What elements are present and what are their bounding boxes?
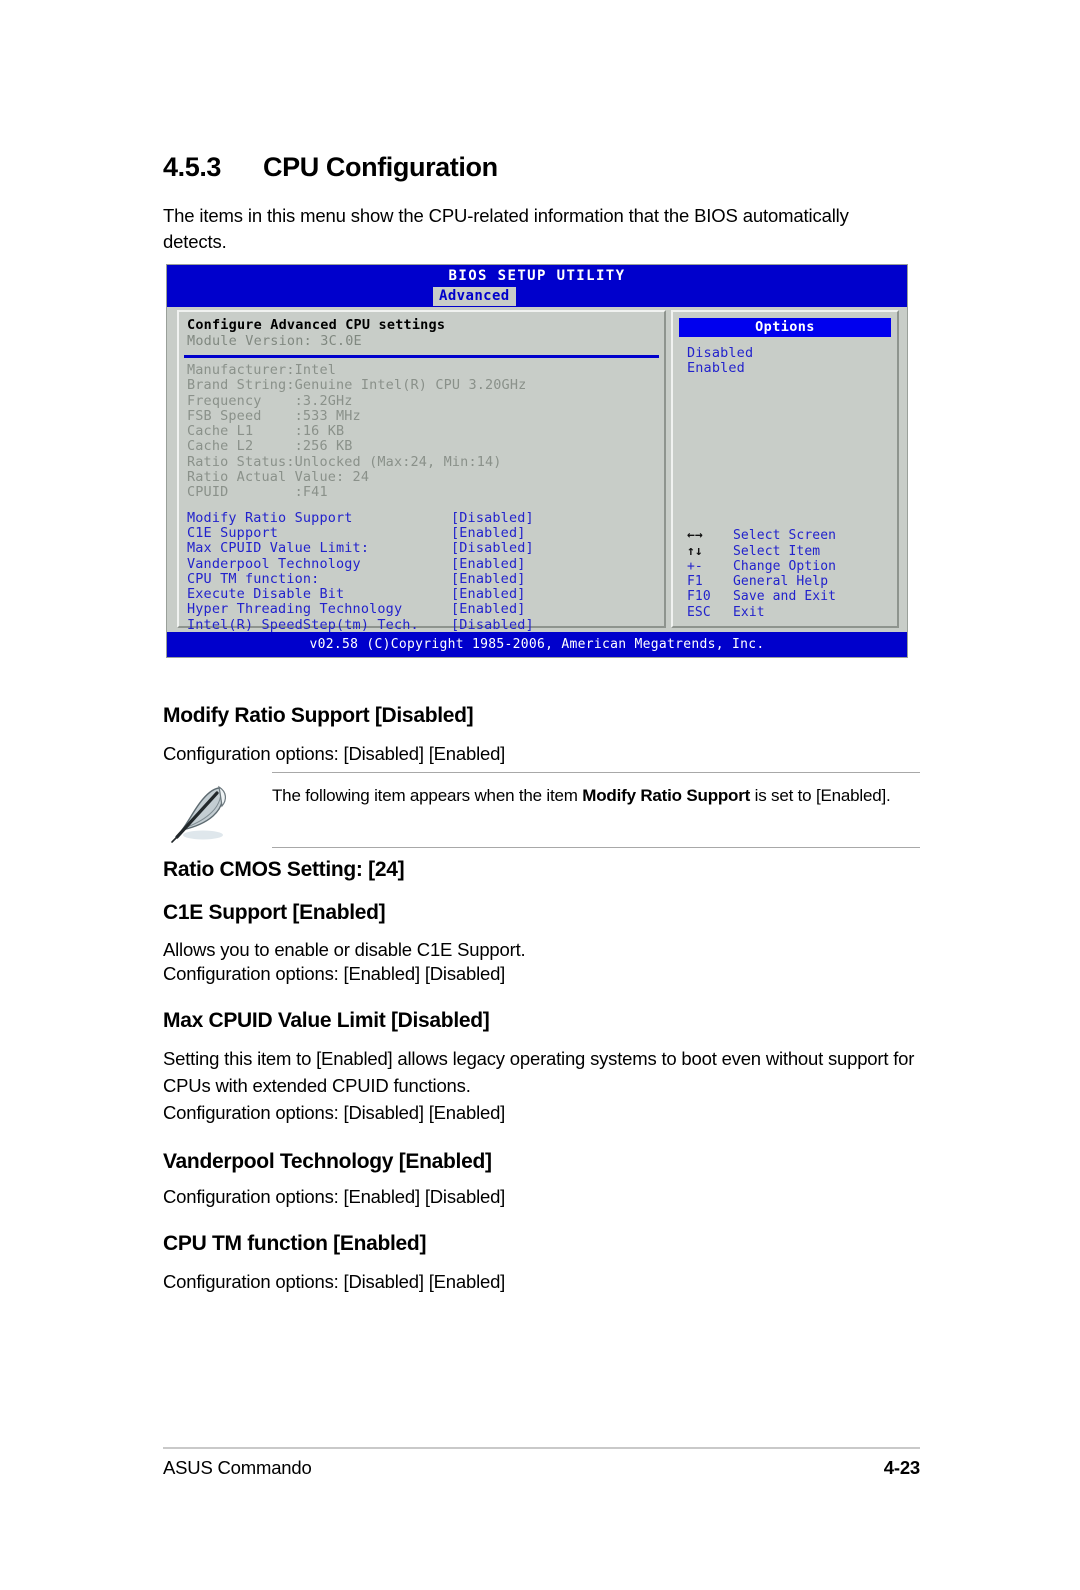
heading-ratio-cmos-setting: Ratio CMOS Setting: [24]: [163, 858, 405, 881]
cpu-info-row: Cache L1 :16 KB: [187, 423, 345, 440]
heading-vanderpool-technology: Vanderpool Technology [Enabled]: [163, 1150, 492, 1173]
plus-minus-key-icon: +-: [687, 558, 703, 574]
cpu-info-row: Ratio Actual Value: 24: [187, 469, 370, 486]
bios-body: Configure Advanced CPU settings Module V…: [173, 310, 901, 633]
key-legend-desc: General Help: [733, 574, 829, 590]
bios-setting-value: [Disabled]: [451, 540, 534, 557]
key-legend-row: F1 General Help: [687, 574, 892, 589]
key-legend-row: ↑↓ Select Item: [687, 544, 892, 559]
bios-module-version: Module Version: 3C.0E: [187, 333, 362, 349]
bios-tab-advanced[interactable]: Advanced: [433, 287, 516, 306]
key-legend-row: ESC Exit: [687, 605, 892, 620]
cpu-info-row: Cache L2 :256 KB: [187, 438, 353, 455]
note-text-after: is set to [Enabled].: [750, 786, 891, 805]
cpu-info-row: Manufacturer:Intel: [187, 362, 336, 378]
bios-setting-value: [Enabled]: [451, 601, 526, 618]
bios-divider: [179, 349, 664, 358]
key-legend-desc: Change Option: [733, 558, 837, 574]
esc-key-icon: ESC: [687, 604, 711, 620]
arrow-left-right-icon: ←→: [687, 528, 703, 544]
bios-setting-label: C1E Support: [187, 524, 279, 541]
heading-max-cpuid-value-limit: Max CPUID Value Limit [Disabled]: [163, 1009, 490, 1032]
bios-setup-screenshot: BIOS SETUP UTILITY Advanced Configure Ad…: [166, 264, 908, 658]
config-options-modify-ratio: Configuration options: [Disabled] [Enabl…: [163, 743, 506, 764]
note-text-bold: Modify Ratio Support: [582, 786, 751, 805]
bios-setting-row[interactable]: Vanderpool Technology [Enabled]: [187, 555, 664, 572]
bios-setting-row[interactable]: Modify Ratio Support [Disabled]: [187, 509, 664, 526]
note-text-before: The following item appears when the item: [272, 786, 583, 805]
bios-setting-row[interactable]: Execute Disable Bit [Enabled]: [187, 586, 664, 603]
bios-setting-row[interactable]: C1E Support [Enabled]: [187, 524, 664, 541]
bios-setting-label: Max CPUID Value Limit:: [187, 540, 370, 557]
bios-footer-copyright: v02.58 (C)Copyright 1985-2006, American …: [167, 632, 907, 657]
bios-setting-label: Hyper Threading Technology: [187, 601, 403, 618]
bios-setting-row[interactable]: Max CPUID Value Limit: [Disabled]: [187, 540, 664, 557]
f1-key-icon: F1: [687, 574, 703, 590]
key-legend-row: ←→ Select Screen: [687, 528, 892, 543]
footer-divider: [163, 1447, 920, 1449]
page-title: 4.5.3 CPU Configuration: [163, 152, 923, 183]
bios-options-title: Options: [679, 318, 891, 337]
bios-main-panel: Configure Advanced CPU settings Module V…: [177, 310, 666, 633]
bios-setting-label: Vanderpool Technology: [187, 555, 361, 572]
section-number: 4.5.3: [163, 152, 222, 182]
note-box: The following item appears when the item…: [163, 772, 920, 848]
document-page: 4.5.3 CPU Configuration The items in thi…: [0, 0, 1080, 1590]
note-divider-bottom: [272, 847, 920, 848]
bios-key-legend: ←→ Select Screen ↑↓ Select Item +- Chang…: [687, 528, 892, 620]
bios-option-item[interactable]: Enabled: [687, 360, 897, 376]
cpu-info-row: Frequency :3.2GHz: [187, 392, 353, 409]
desc-c1e-support: Allows you to enable or disable C1E Supp…: [163, 939, 526, 960]
config-options-c1e-support: Configuration options: [Enabled] [Disabl…: [163, 963, 506, 984]
key-legend-row: F10 Save and Exit: [687, 589, 892, 604]
bios-setting-value: [Enabled]: [451, 586, 526, 603]
bios-setting-value: [Enabled]: [451, 555, 526, 572]
key-legend-desc: Exit: [733, 604, 765, 620]
note-divider-top: [272, 772, 920, 773]
bios-help-panel: Options Disabled Enabled ←→ Select Scree…: [671, 310, 899, 628]
bios-cpu-info-list: Manufacturer:Intel Brand String:Genuine …: [179, 358, 664, 501]
note-feather-icon: [165, 783, 237, 845]
bios-options-list: Disabled Enabled: [673, 337, 897, 377]
config-options-vanderpool: Configuration options: [Enabled] [Disabl…: [163, 1186, 506, 1207]
bios-setting-label: Execute Disable Bit: [187, 586, 345, 603]
config-options-max-cpuid: Configuration options: [Disabled] [Enabl…: [163, 1102, 506, 1123]
bios-setting-row[interactable]: Intel(R) SpeedStep(tm) Tech. [Disabled]: [187, 616, 664, 633]
footer-page-number: 4-23: [883, 1457, 920, 1478]
bios-setting-label: CPU TM function:: [187, 570, 320, 587]
cpu-info-row: CPUID :F41: [187, 484, 328, 501]
bios-setting-label: Intel(R) SpeedStep(tm) Tech.: [187, 616, 419, 633]
key-legend-row: +- Change Option: [687, 559, 892, 574]
bios-setting-row[interactable]: Hyper Threading Technology [Enabled]: [187, 601, 664, 618]
cpu-info-row: FSB Speed :533 MHz: [187, 407, 361, 424]
heading-cpu-tm-function: CPU TM function [Enabled]: [163, 1232, 427, 1255]
bios-setting-value: [Disabled]: [451, 509, 534, 526]
desc-max-cpuid-value-limit: Setting this item to [Enabled] allows le…: [163, 1048, 915, 1096]
heading-c1e-support: C1E Support [Enabled]: [163, 901, 386, 924]
bios-config-header: Configure Advanced CPU settings: [187, 317, 446, 333]
arrow-up-down-icon: ↑↓: [687, 543, 703, 559]
cpu-info-row: Ratio Status:Unlocked (Max:24, Min:14): [187, 453, 502, 470]
heading-modify-ratio-support: Modify Ratio Support [Disabled]: [163, 704, 474, 727]
key-legend-desc: Select Screen: [733, 528, 837, 544]
section-intro: The items in this menu show the CPU-rela…: [163, 205, 849, 252]
f10-key-icon: F10: [687, 589, 711, 605]
section-title: CPU Configuration: [263, 152, 498, 182]
bios-setting-value: [Enabled]: [451, 570, 526, 587]
key-legend-desc: Select Item: [733, 543, 821, 559]
bios-title: BIOS SETUP UTILITY: [448, 268, 626, 284]
note-text: The following item appears when the item…: [272, 783, 912, 808]
bios-setting-value: [Disabled]: [451, 616, 534, 633]
bios-settings-list: Modify Ratio Support [Disabled] C1E Supp…: [179, 501, 664, 633]
bios-setting-label: Modify Ratio Support: [187, 509, 353, 526]
key-legend-desc: Save and Exit: [733, 589, 837, 605]
footer-product-name: ASUS Commando: [163, 1457, 312, 1478]
cpu-info-row: Brand String:Genuine Intel(R) CPU 3.20GH…: [187, 377, 527, 394]
bios-setting-row[interactable]: CPU TM function: [Enabled]: [187, 570, 664, 587]
bios-setting-value: [Enabled]: [451, 524, 526, 541]
config-options-cpu-tm: Configuration options: [Disabled] [Enabl…: [163, 1271, 506, 1292]
bios-option-item[interactable]: Disabled: [687, 345, 897, 361]
